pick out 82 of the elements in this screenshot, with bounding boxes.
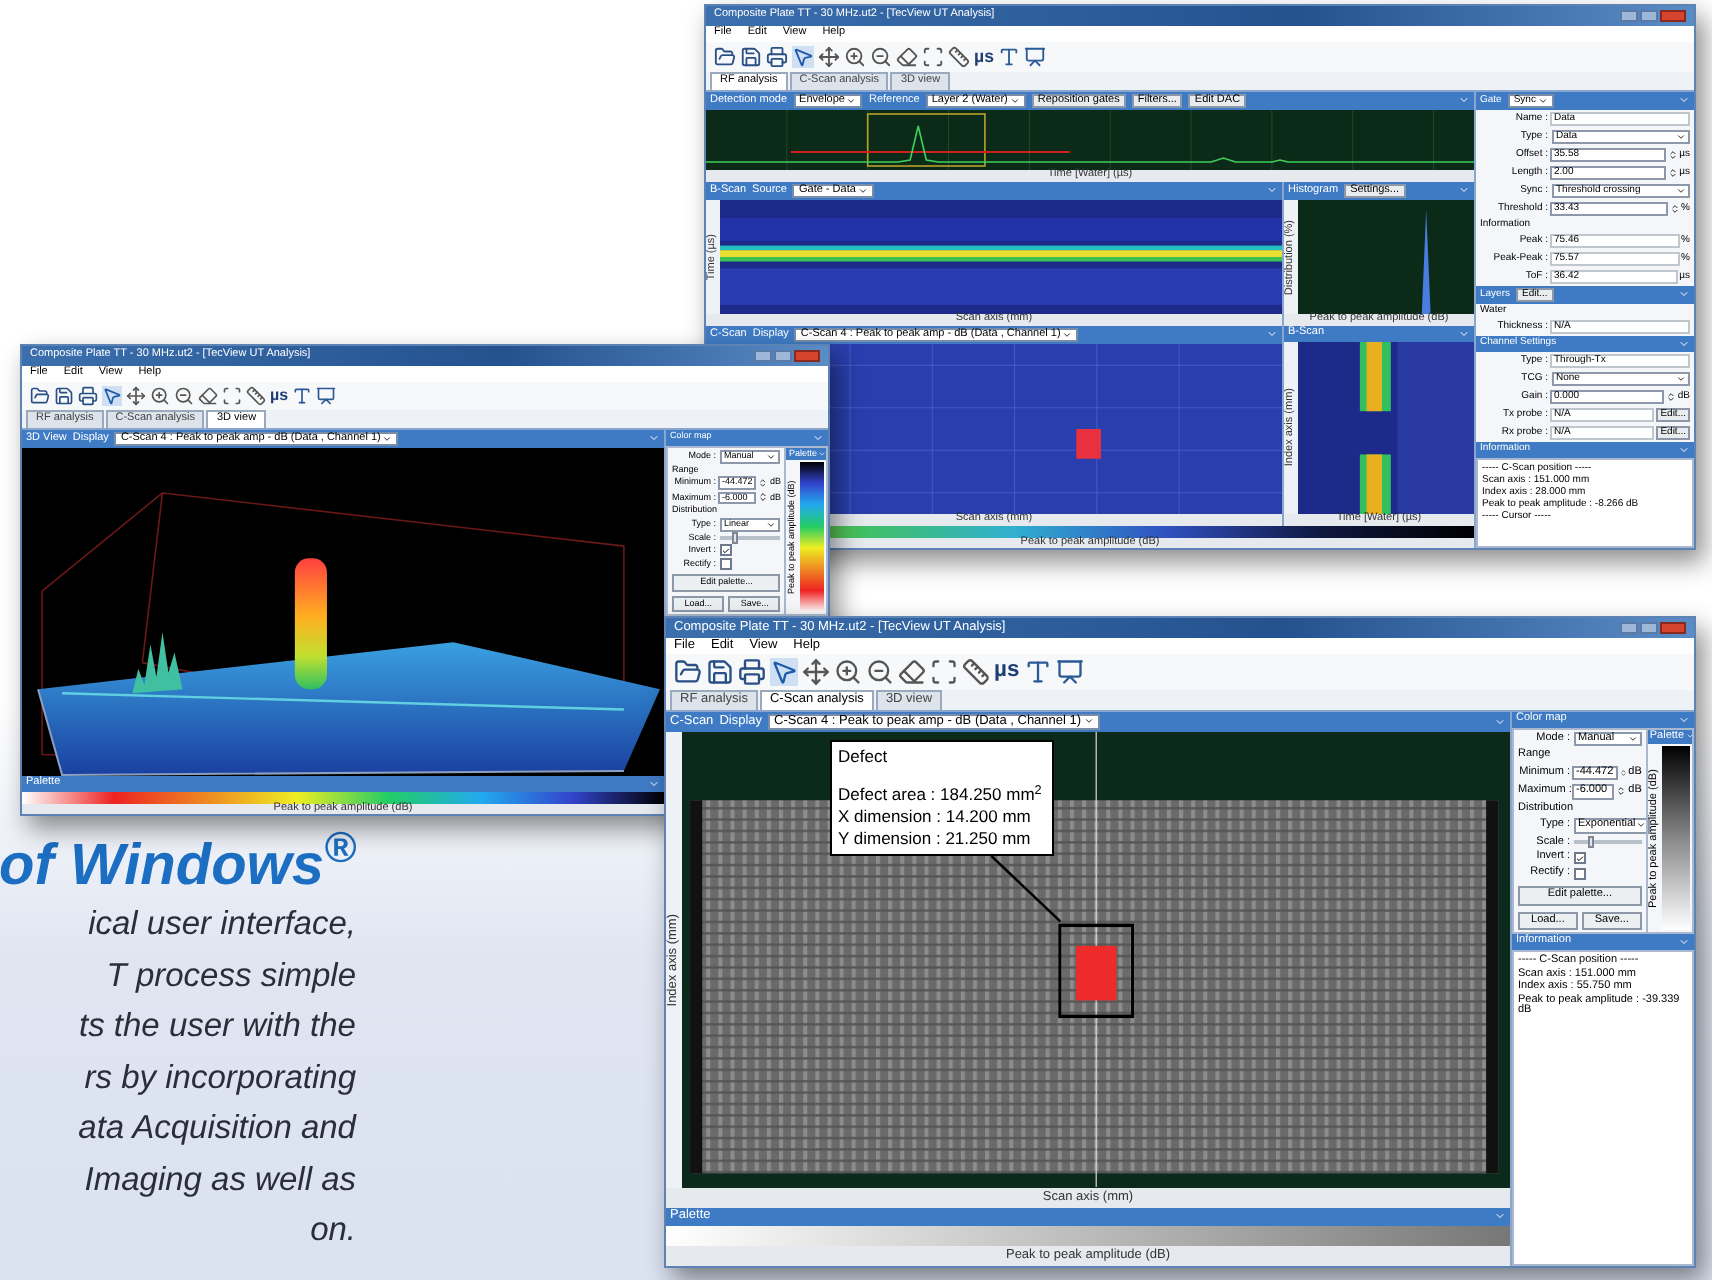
presentation-icon[interactable] xyxy=(316,386,337,406)
callout-line: Y dimension : 21.250 mm xyxy=(838,828,1033,850)
body-text-line: ical user interface, xyxy=(88,904,356,946)
text-tool-icon[interactable] xyxy=(997,46,1020,68)
body-text-line: on. xyxy=(310,1210,356,1252)
save-icon[interactable] xyxy=(54,386,74,406)
move-icon[interactable] xyxy=(126,386,146,406)
crop-frame-icon[interactable] xyxy=(930,658,958,686)
spinner-icon[interactable] xyxy=(1619,767,1627,778)
pointer-icon[interactable] xyxy=(792,46,814,68)
spinner-icon[interactable] xyxy=(1669,203,1680,213)
caret-icon xyxy=(1009,95,1020,106)
spinner-icon[interactable] xyxy=(1667,167,1678,177)
slider-thumb[interactable] xyxy=(1587,836,1594,849)
zoom-out-icon[interactable] xyxy=(866,658,894,686)
caret-icon xyxy=(1676,373,1686,383)
printer-icon[interactable] xyxy=(78,386,98,406)
ruler-icon[interactable] xyxy=(948,46,970,68)
zoom-out-icon[interactable] xyxy=(174,386,194,406)
folder-icon[interactable] xyxy=(674,658,702,686)
presentation-icon[interactable] xyxy=(1055,658,1084,686)
checkbox[interactable] xyxy=(1574,852,1586,864)
slider-thumb[interactable] xyxy=(732,531,739,544)
units-button[interactable]: µs xyxy=(994,660,1020,684)
eraser-icon[interactable] xyxy=(896,46,918,68)
heading: of Windows$^{®}$ xyxy=(0,832,356,900)
units-button[interactable]: µs xyxy=(270,388,289,404)
body-text-line: Imaging as well as xyxy=(84,1159,356,1201)
caret-icon xyxy=(1537,95,1548,105)
folder-icon[interactable] xyxy=(30,386,50,406)
ruler-icon[interactable] xyxy=(246,386,266,406)
eraser-icon[interactable] xyxy=(898,658,926,686)
caret-icon xyxy=(382,433,393,444)
checkbox[interactable] xyxy=(720,544,732,556)
caret-icon xyxy=(1083,716,1094,727)
zoom-in-icon[interactable] xyxy=(150,386,170,406)
caret-icon xyxy=(766,451,777,461)
move-icon[interactable] xyxy=(818,46,840,68)
crop-frame-icon[interactable] xyxy=(922,46,944,68)
panel-menu-icon[interactable] xyxy=(648,777,660,789)
units-button[interactable]: µs xyxy=(974,48,994,66)
caret-icon xyxy=(1676,131,1686,141)
pointer-icon[interactable] xyxy=(102,386,122,406)
printer-icon[interactable] xyxy=(738,658,766,686)
zoom-out-icon[interactable] xyxy=(870,46,892,68)
printer-icon[interactable] xyxy=(766,46,788,68)
body-text-line: ts the user with the xyxy=(79,1006,356,1048)
scale-slider[interactable] xyxy=(720,535,781,540)
presentation-icon[interactable] xyxy=(1023,46,1046,68)
callout-title: Defect xyxy=(838,746,890,768)
body-text-line: T process simple xyxy=(106,955,356,997)
callout-line: X dimension : 14.200 mm xyxy=(838,806,1033,828)
save-icon[interactable] xyxy=(706,658,734,686)
spinner-icon[interactable] xyxy=(757,492,768,503)
scale-slider[interactable] xyxy=(1574,840,1642,845)
spinner-icon[interactable] xyxy=(1667,149,1678,159)
eraser-icon[interactable] xyxy=(198,386,218,406)
checkbox[interactable] xyxy=(720,558,732,570)
zoom-in-icon[interactable] xyxy=(844,46,866,68)
folder-icon[interactable] xyxy=(714,46,736,68)
text-tool-icon[interactable] xyxy=(292,386,313,406)
body-text-line: ata Acquisition and xyxy=(78,1108,356,1150)
caret-icon xyxy=(1627,733,1638,744)
caret-icon xyxy=(1062,329,1073,340)
caret-icon xyxy=(766,519,777,529)
callout-line: Defect area : 184.250 mm$^{2}$ xyxy=(838,784,1044,806)
caret-icon xyxy=(1676,185,1686,195)
caret-icon xyxy=(857,185,868,196)
save-icon[interactable] xyxy=(740,46,762,68)
ruler-icon[interactable] xyxy=(962,658,990,686)
caret-icon xyxy=(1635,820,1646,831)
body-text-line: rs by incorporating xyxy=(84,1057,356,1099)
checkbox[interactable] xyxy=(1574,868,1586,880)
zoom-in-icon[interactable] xyxy=(834,658,862,686)
crop-frame-icon[interactable] xyxy=(222,386,242,406)
spinner-icon[interactable] xyxy=(758,477,768,488)
spinner-icon[interactable] xyxy=(1616,786,1627,797)
pointer-icon[interactable] xyxy=(770,658,798,686)
spinner-icon[interactable] xyxy=(1665,391,1676,401)
text-tool-icon[interactable] xyxy=(1023,658,1052,686)
caret-icon xyxy=(846,95,857,106)
move-icon[interactable] xyxy=(802,658,830,686)
